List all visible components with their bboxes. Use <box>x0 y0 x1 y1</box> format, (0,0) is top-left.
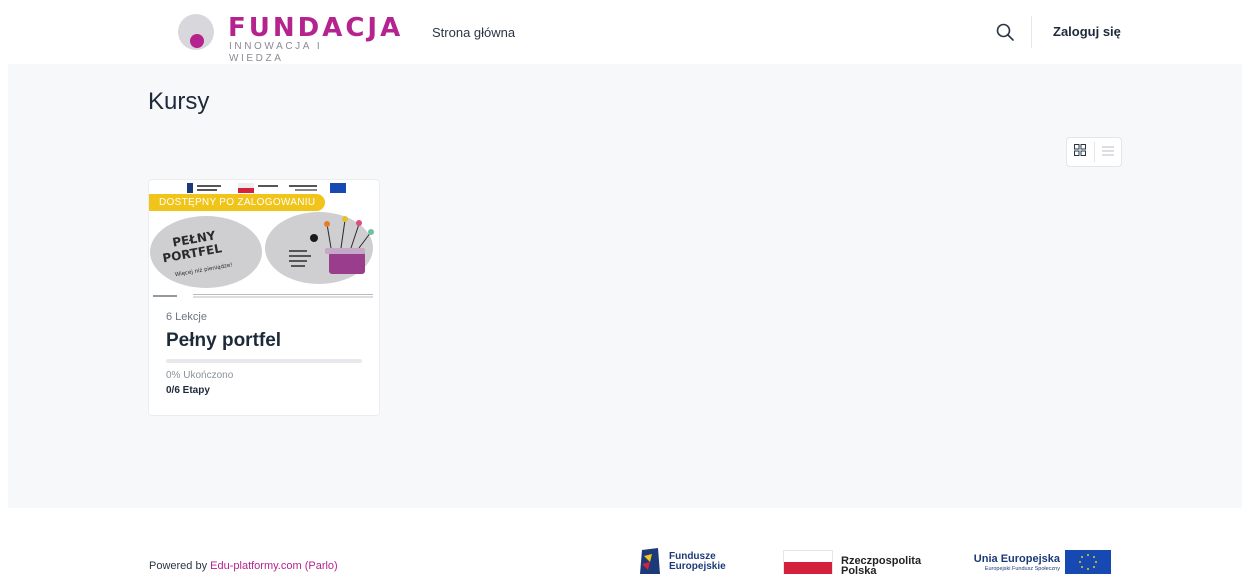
site-header: FUNDACJA INNOWACJA I WIEDZA Strona główn… <box>0 0 1242 64</box>
grid-icon <box>1074 143 1087 161</box>
powered-prefix: Powered by <box>149 560 211 572</box>
list-icon <box>1101 143 1114 161</box>
fe-line2: Europejskie <box>669 561 726 572</box>
grid-view-button[interactable] <box>1067 138 1094 166</box>
rp-line2: Polska <box>841 565 877 577</box>
polish-flag <box>783 550 833 574</box>
course-progress-bar <box>166 359 362 363</box>
eu-flag <box>1065 550 1111 574</box>
login-link[interactable]: Zaloguj się <box>1053 24 1121 39</box>
availability-badge: DOSTĘPNY PO ZALOGOWANIU <box>149 194 326 211</box>
course-title[interactable]: Pełny portfel <box>166 330 281 352</box>
completion-text: 0% Ukończono <box>166 370 234 381</box>
ue-title: Unia Europejska <box>973 553 1060 565</box>
stages-count: 0/6 Etapy <box>166 385 210 396</box>
course-thumbnail: DOSTĘPNY PO ZALOGOWANIU PEŁNY PORTFEL Wi… <box>149 180 379 301</box>
ue-subtitle: Europejski Fundusz Społeczny <box>984 566 1060 572</box>
fundusze-europejskie-text: Fundusze Europejskie <box>669 552 726 572</box>
course-card[interactable]: DOSTĘPNY PO ZALOGOWANIU PEŁNY PORTFEL Wi… <box>148 179 380 416</box>
thumbnail-footer-text <box>153 294 373 298</box>
powered-by-link[interactable]: Edu-platformy.com (Parlo) <box>210 560 338 572</box>
course-illustration: PEŁNY PORTFEL Więcej niż pieniądze! <box>150 212 374 288</box>
page-title: Kursy <box>148 88 210 115</box>
logo-dot <box>190 34 204 48</box>
logo-subtitle: INNOWACJA I WIEDZA <box>229 41 323 64</box>
nav-home-link[interactable]: Strona główna <box>432 25 515 40</box>
site-footer: Powered by Edu-platformy.com (Parlo) Fun… <box>0 508 1242 577</box>
view-toggle <box>1066 137 1122 167</box>
powered-by-text: Powered by Edu-platformy.com (Parlo) <box>149 560 338 572</box>
fundusze-europejskie-logo <box>640 548 660 574</box>
logo-title: FUNDACJA <box>228 13 404 43</box>
header-divider <box>1031 16 1032 48</box>
site-logo[interactable]: FUNDACJA INNOWACJA I WIEDZA <box>176 12 400 64</box>
main-content: Kursy DOSTĘPNY PO ZALOGOWANIU PEŁNY PORT… <box>8 64 1242 508</box>
list-view-button[interactable] <box>1094 138 1121 166</box>
search-icon[interactable] <box>995 22 1015 42</box>
lesson-count: 6 Lekcje <box>166 311 207 323</box>
funding-logos-strip <box>187 183 346 193</box>
rzeczpospolita-text: Rzeczpospolita Polska <box>841 556 921 577</box>
